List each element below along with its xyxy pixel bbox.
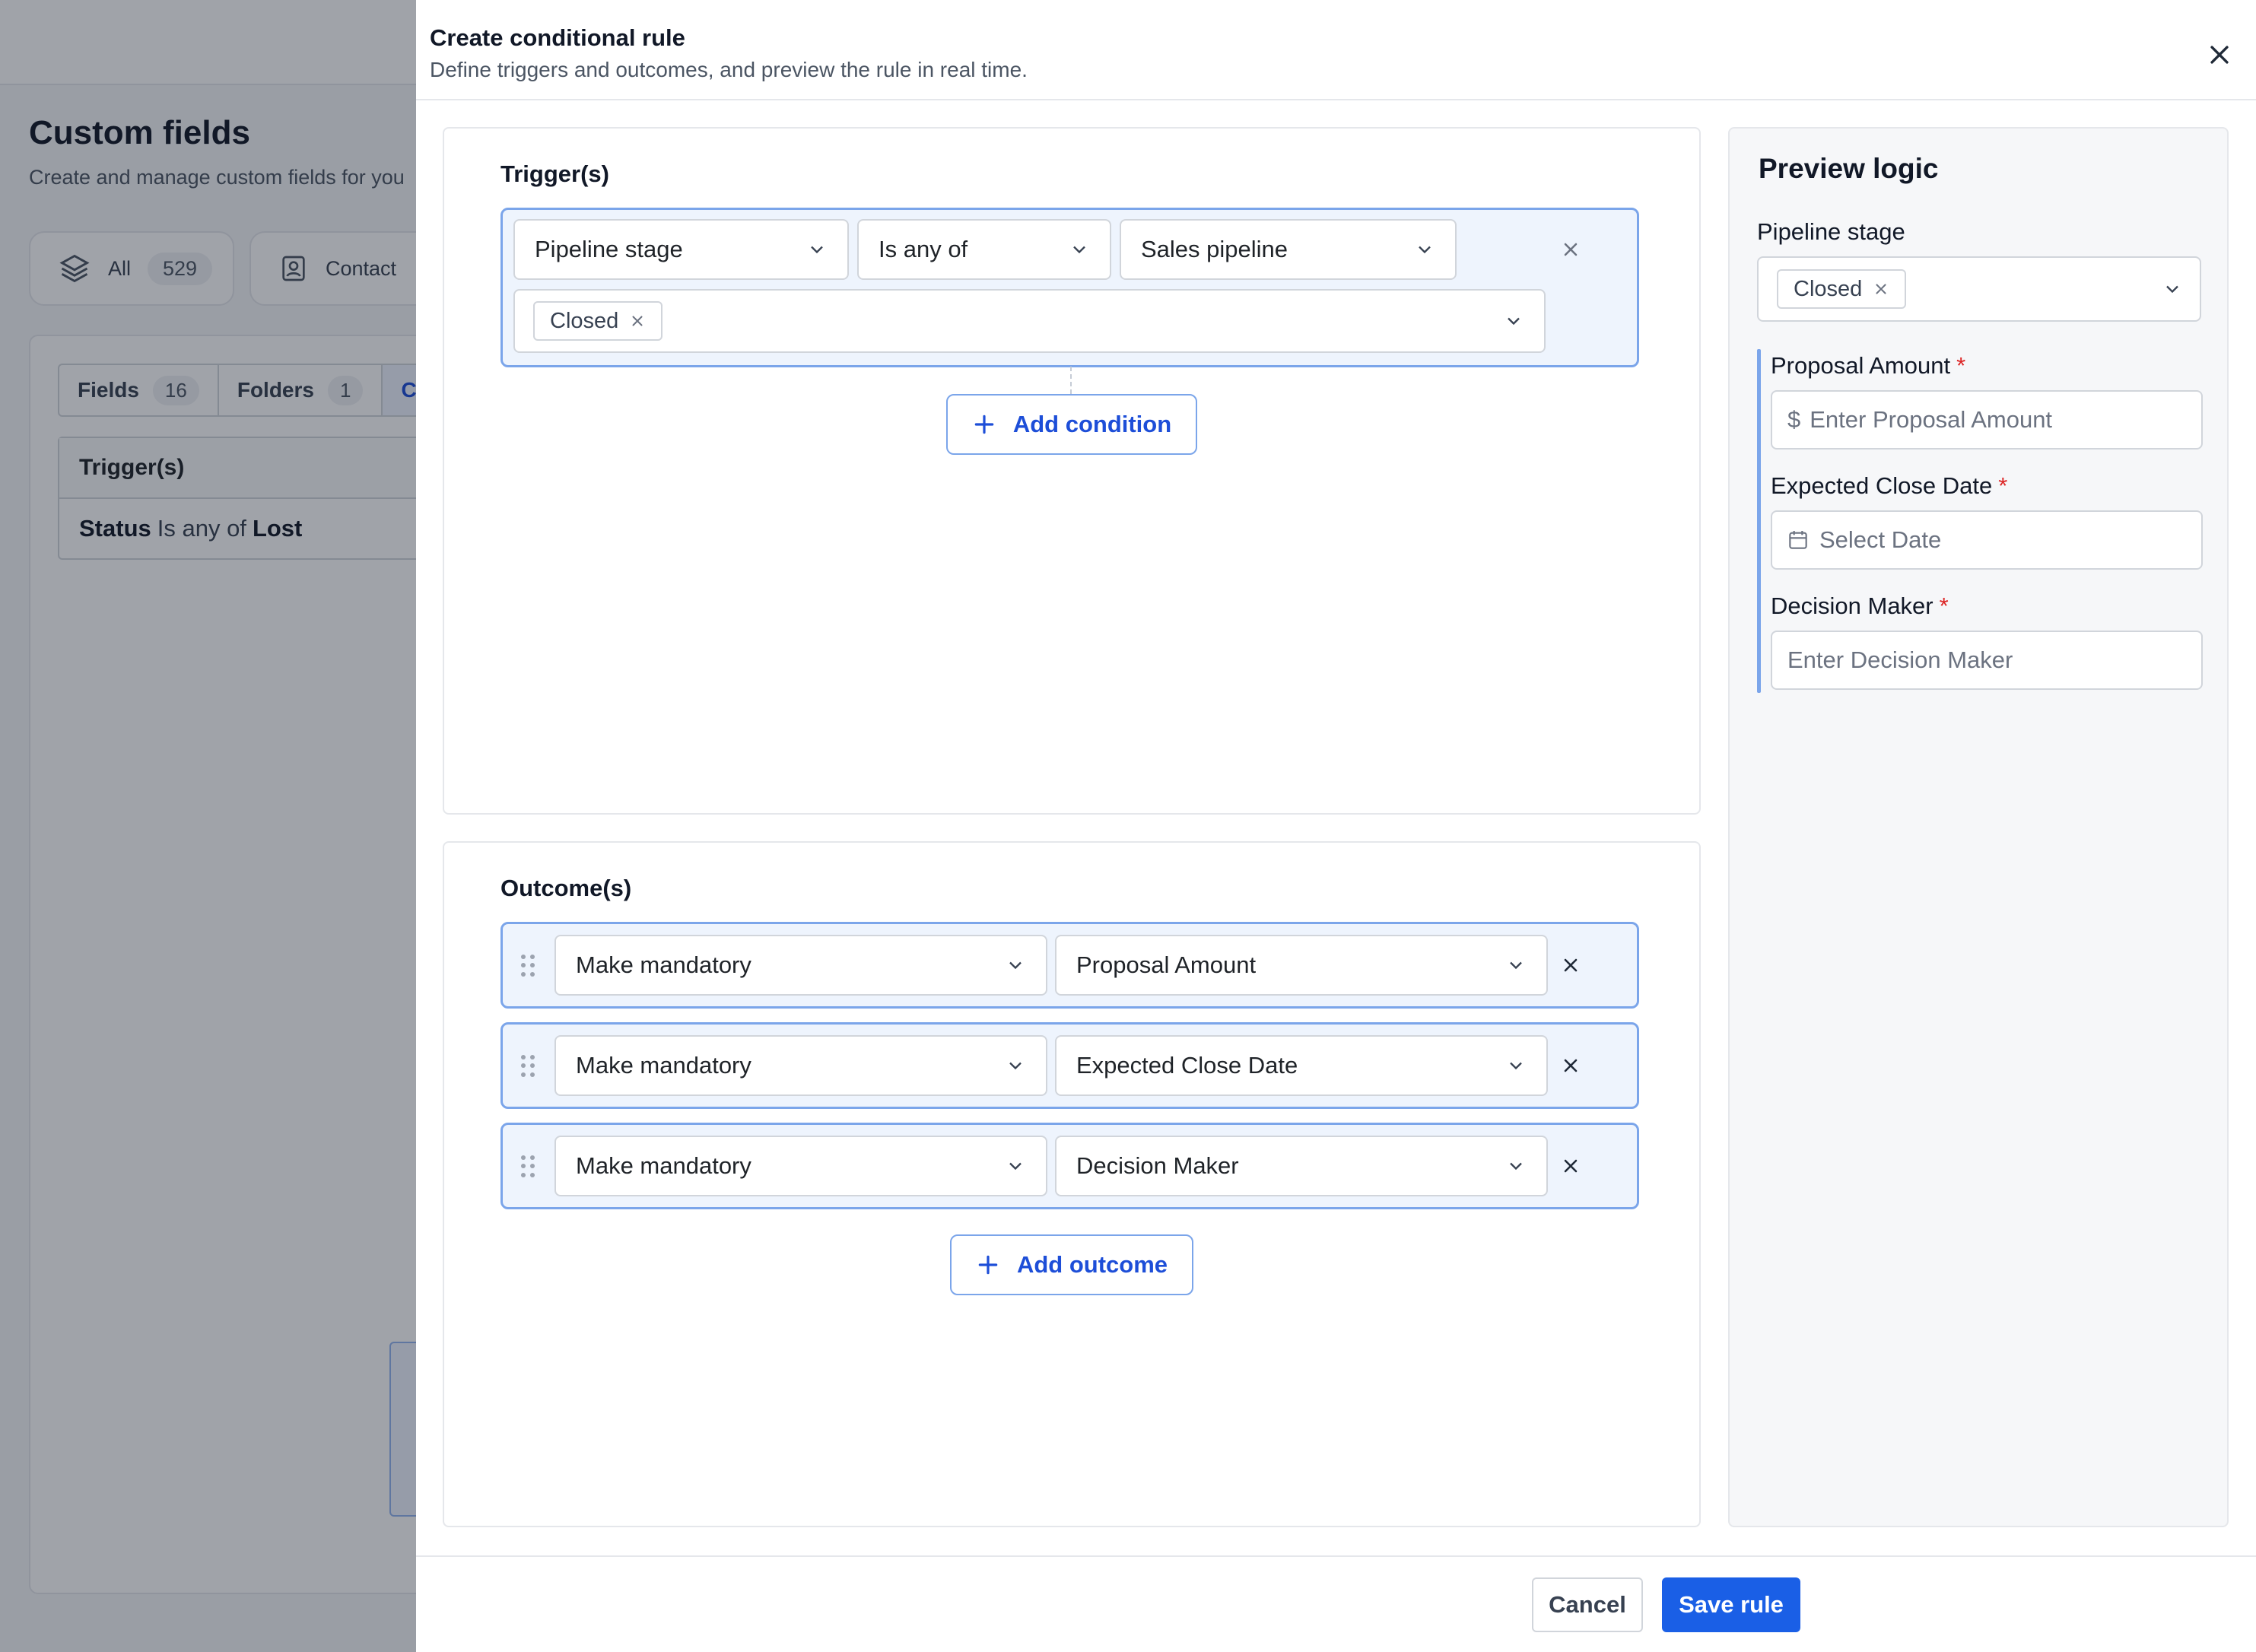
required-marker: * xyxy=(1998,472,2008,499)
trigger-condition: Pipeline stage Is any of Sales pipeline … xyxy=(500,208,1639,367)
chevron-down-icon xyxy=(811,246,823,254)
expected-close-date-label: Expected Close Date xyxy=(1771,472,1993,499)
drawer-title: Create conditional rule xyxy=(430,24,685,51)
trigger-operator-value: Is any of xyxy=(879,236,968,262)
expected-close-date-input[interactable]: Select Date xyxy=(1771,510,2203,570)
outcome-action-select[interactable]: Make mandatory xyxy=(554,1035,1047,1096)
drag-handle-icon[interactable] xyxy=(521,1055,538,1078)
trigger-operator-select[interactable]: Is any of xyxy=(857,219,1111,280)
preview-stage-label: Pipeline stage xyxy=(1757,218,1905,245)
remove-condition-button[interactable] xyxy=(1552,230,1590,268)
outcome-row: Make mandatory Proposal Amount xyxy=(500,922,1639,1009)
trigger-pipeline-select[interactable]: Sales pipeline xyxy=(1120,219,1457,280)
remove-outcome-button[interactable] xyxy=(1552,1047,1590,1085)
stage-chip: Closed xyxy=(533,301,663,341)
remove-outcome-button[interactable] xyxy=(1552,946,1590,984)
stage-chip-label: Closed xyxy=(550,308,619,333)
trigger-stage-multiselect[interactable]: Closed xyxy=(513,289,1546,353)
create-rule-drawer: Create conditional rule Define triggers … xyxy=(416,0,2256,1652)
preview-panel: Preview logic Pipeline stage Closed Prop… xyxy=(1728,127,2229,1527)
preview-field-label: Decision Maker * xyxy=(1771,592,1949,620)
cancel-button[interactable]: Cancel xyxy=(1532,1577,1643,1632)
trigger-stage-chips: Closed xyxy=(533,301,1503,341)
close-icon xyxy=(1564,1159,1578,1173)
add-condition-label: Add condition xyxy=(1012,411,1172,437)
outcome-action-value: Make mandatory xyxy=(576,951,751,978)
close-icon xyxy=(1564,243,1578,256)
currency-prefix: $ xyxy=(1787,406,1801,433)
chevron-down-icon xyxy=(1510,1062,1522,1070)
plus-icon xyxy=(974,415,994,434)
outcomes-section: Outcome(s) Make mandatory Proposal Amoun… xyxy=(443,841,1701,1527)
outcome-action-value: Make mandatory xyxy=(576,1152,751,1179)
outcome-field-select[interactable]: Proposal Amount xyxy=(1055,935,1548,996)
connector-line xyxy=(1070,367,1072,394)
triggers-section: Trigger(s) Pipeline stage Is any of Sale… xyxy=(443,127,1701,815)
outcome-action-select[interactable]: Make mandatory xyxy=(554,935,1047,996)
preview-field-label: Expected Close Date * xyxy=(1771,472,2007,500)
trigger-field-value: Pipeline stage xyxy=(535,236,683,262)
preview-stage-chips: Closed xyxy=(1777,269,2162,309)
outcome-field-value: Expected Close Date xyxy=(1076,1052,1298,1079)
close-icon xyxy=(1564,1059,1578,1072)
outcome-row: Make mandatory Decision Maker xyxy=(500,1123,1639,1209)
preview-stage-chip-label: Closed xyxy=(1794,276,1863,301)
drag-handle-icon[interactable] xyxy=(521,1155,538,1178)
preview-outcome-indicator xyxy=(1757,349,1761,693)
triggers-label: Trigger(s) xyxy=(500,160,609,187)
chip-remove-icon[interactable] xyxy=(629,313,646,329)
close-icon xyxy=(1564,958,1578,972)
outcome-field-select[interactable]: Expected Close Date xyxy=(1055,1035,1548,1096)
chip-remove-icon[interactable] xyxy=(1873,281,1889,297)
proposal-amount-label: Proposal Amount xyxy=(1771,352,1951,379)
trigger-field-select[interactable]: Pipeline stage xyxy=(513,219,849,280)
proposal-amount-input[interactable]: $ Enter Proposal Amount xyxy=(1771,390,2203,450)
preview-field-label: Proposal Amount * xyxy=(1771,352,1965,380)
drawer-footer: Cancel Save rule xyxy=(416,1555,2256,1652)
chevron-down-icon xyxy=(2166,285,2178,294)
add-outcome-label: Add outcome xyxy=(1016,1251,1168,1278)
outcome-field-value: Decision Maker xyxy=(1076,1152,1239,1179)
decision-maker-label: Decision Maker xyxy=(1771,592,1933,619)
chevron-down-icon xyxy=(1510,961,1522,970)
close-button[interactable] xyxy=(2201,37,2238,73)
add-condition-button[interactable]: Add condition xyxy=(946,394,1197,455)
outcome-action-value: Make mandatory xyxy=(576,1052,751,1079)
expected-close-date-placeholder: Select Date xyxy=(1819,526,1942,553)
chevron-down-icon xyxy=(1508,317,1520,326)
outcome-field-value: Proposal Amount xyxy=(1076,951,1257,978)
decision-maker-input[interactable]: Enter Decision Maker xyxy=(1771,631,2203,690)
outcome-row: Make mandatory Expected Close Date xyxy=(500,1022,1639,1109)
proposal-amount-placeholder: Enter Proposal Amount xyxy=(1810,406,2053,433)
save-rule-button[interactable]: Save rule xyxy=(1662,1577,1800,1632)
close-icon xyxy=(2210,46,2229,64)
chevron-down-icon xyxy=(1009,961,1022,970)
chevron-down-icon xyxy=(1419,246,1431,254)
chevron-down-icon xyxy=(1073,246,1085,254)
required-marker: * xyxy=(1956,352,1966,379)
drag-handle-icon[interactable] xyxy=(521,955,538,977)
calendar-icon xyxy=(1789,531,1807,549)
outcome-action-select[interactable]: Make mandatory xyxy=(554,1136,1047,1196)
drawer-header: Create conditional rule Define triggers … xyxy=(416,0,2256,100)
decision-maker-placeholder: Enter Decision Maker xyxy=(1787,647,2013,673)
preview-stage-chip: Closed xyxy=(1777,269,1907,309)
preview-title: Preview logic xyxy=(1759,153,1939,184)
add-outcome-button[interactable]: Add outcome xyxy=(950,1234,1193,1295)
remove-outcome-button[interactable] xyxy=(1552,1147,1590,1185)
chevron-down-icon xyxy=(1009,1162,1022,1171)
plus-icon xyxy=(978,1255,998,1275)
drawer-subtitle: Define triggers and outcomes, and previe… xyxy=(430,58,1028,81)
chevron-down-icon xyxy=(1510,1162,1522,1171)
chevron-down-icon xyxy=(1009,1062,1022,1070)
trigger-pipeline-value: Sales pipeline xyxy=(1141,236,1288,262)
required-marker: * xyxy=(1939,592,1949,619)
preview-stage-select[interactable]: Closed xyxy=(1757,256,2201,322)
outcomes-label: Outcome(s) xyxy=(500,875,632,901)
outcome-field-select[interactable]: Decision Maker xyxy=(1055,1136,1548,1196)
